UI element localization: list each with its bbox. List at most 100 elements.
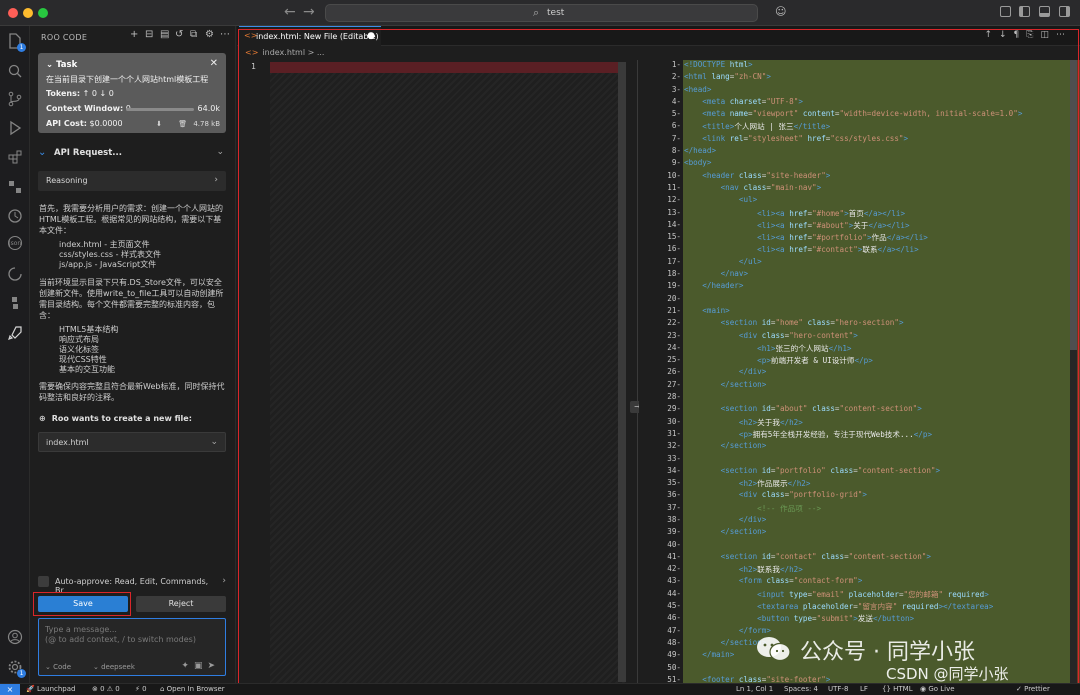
code-line[interactable]: 2- <html lang="zh-CN">: [639, 72, 1070, 84]
extensions-icon[interactable]: [6, 148, 24, 166]
code-line[interactable]: 17- </ul>: [639, 257, 1070, 269]
code-line[interactable]: 9- <body>: [639, 158, 1070, 170]
enhance-prompt-icon[interactable]: ✦: [181, 661, 194, 671]
code-line[interactable]: 1- <!DOCTYPE html>: [639, 60, 1070, 72]
encoding[interactable]: UTF-8: [828, 685, 848, 693]
prettier-item[interactable]: ✓ Prettier: [1016, 685, 1050, 693]
api-request-row[interactable]: ⌄ API Request... ⌄: [38, 147, 226, 161]
roo-code-rocket-icon[interactable]: [6, 324, 24, 342]
code-line[interactable]: 24- <h1>张三的个人网站</h1>: [639, 343, 1070, 355]
toggle-panel-icon[interactable]: [1039, 6, 1050, 17]
auto-approve-checkbox[interactable]: [38, 576, 49, 587]
code-line[interactable]: 31- <p>拥有5年全栈开发经验，专注于现代Web技术...</p>: [639, 429, 1070, 441]
code-line[interactable]: 15- <li><a href="#portfolio">作品</a></li>: [639, 232, 1070, 244]
problems-item[interactable]: ⊗ 0 ⚠ 0: [92, 685, 120, 693]
source-control-icon[interactable]: [6, 90, 24, 108]
code-line[interactable]: 5- <meta name="viewport" content="width=…: [639, 109, 1070, 121]
diff-divider[interactable]: [637, 60, 638, 683]
send-icon[interactable]: ➤: [207, 661, 220, 671]
remote-explorer-icon[interactable]: [6, 178, 24, 196]
prompts-icon[interactable]: ▤: [160, 30, 169, 40]
code-line[interactable]: 36- <div class="portfolio-grid">: [639, 490, 1070, 502]
right-scrollbar[interactable]: [1070, 60, 1080, 683]
open-in-browser-item[interactable]: ⌂ Open In Browser: [160, 685, 225, 693]
code-line[interactable]: 42- <h2>联系我</h2>: [639, 564, 1070, 576]
code-line[interactable]: 43- <form class="contact-form">: [639, 576, 1070, 588]
export-icon[interactable]: ⬇: [156, 120, 162, 128]
code-line[interactable]: 12- <ul>: [639, 195, 1070, 207]
language-mode[interactable]: {} HTML: [882, 685, 913, 693]
code-line[interactable]: 37- <!-- 作品项 -->: [639, 503, 1070, 515]
code-line[interactable]: 45- <textarea placeholder="留言内容" require…: [639, 601, 1070, 613]
code-line[interactable]: 21- <main>: [639, 306, 1070, 318]
code-line[interactable]: 27- </section>: [639, 380, 1070, 392]
next-change-icon[interactable]: ↓: [999, 30, 1014, 40]
settings-gear-icon[interactable]: ⚙: [205, 30, 214, 40]
code-line[interactable]: 32- </section>: [639, 441, 1070, 453]
code-line[interactable]: 30- <h2>关于我</h2>: [639, 417, 1070, 429]
back-arrow-icon[interactable]: ←: [284, 4, 296, 20]
code-line[interactable]: 6- <title>个人网站 | 张三</title>: [639, 121, 1070, 133]
original-pane[interactable]: 1: [237, 60, 634, 683]
account-icon[interactable]: [6, 628, 24, 646]
python-icon[interactable]: [6, 294, 24, 312]
json-icon[interactable]: Json: [8, 236, 22, 250]
code-line[interactable]: 3- <head>: [639, 85, 1070, 97]
left-scrollbar[interactable]: [618, 62, 626, 682]
close-window-button[interactable]: [8, 8, 18, 18]
code-line[interactable]: 23- <div class="hero-content">: [639, 331, 1070, 343]
more-actions-icon[interactable]: ⋯: [1056, 30, 1072, 40]
line-ending[interactable]: LF: [860, 685, 868, 693]
go-live-item[interactable]: ◉ Go Live: [920, 685, 955, 693]
minimize-window-button[interactable]: [23, 8, 33, 18]
indentation[interactable]: Spaces: 4: [784, 685, 818, 693]
popout-icon[interactable]: ⧉: [190, 30, 199, 40]
code-line[interactable]: 7- <link rel="stylesheet" href="css/styl…: [639, 134, 1070, 146]
modified-pane[interactable]: 1- <!DOCTYPE html> 2- <html lang="zh-CN"> 3-…: [639, 60, 1080, 683]
open-file-icon[interactable]: ⎘: [1026, 30, 1040, 40]
code-line[interactable]: 29- <section id="about" class="content-s…: [639, 404, 1070, 416]
previous-change-icon[interactable]: ↑: [984, 30, 999, 40]
code-line[interactable]: 8- </head>: [639, 146, 1070, 158]
launchpad-item[interactable]: 🚀 Launchpad: [26, 685, 75, 693]
more-icon[interactable]: ⋯: [220, 30, 230, 40]
forward-arrow-icon[interactable]: →: [303, 4, 315, 20]
close-task-icon[interactable]: ✕: [210, 58, 218, 69]
code-line[interactable]: 39- </section>: [639, 527, 1070, 539]
toggle-sidebar-icon[interactable]: [1019, 6, 1030, 17]
cursor-position[interactable]: Ln 1, Col 1: [736, 685, 773, 693]
code-line[interactable]: 10- <header class="site-header">: [639, 171, 1070, 183]
model-select[interactable]: ⌄ deepseek: [93, 663, 135, 671]
code-line[interactable]: 33-: [639, 454, 1070, 466]
toggle-secondary-sidebar-icon[interactable]: [1059, 6, 1070, 17]
code-line[interactable]: 26- </div>: [639, 367, 1070, 379]
code-line[interactable]: 20-: [639, 294, 1070, 306]
inline-view-icon[interactable]: ¶: [1014, 30, 1027, 40]
file-path-select[interactable]: index.html ⌄: [38, 432, 226, 452]
ports-item[interactable]: ⚡ 0: [135, 685, 147, 693]
explorer-icon[interactable]: 1: [6, 32, 26, 52]
code-line[interactable]: 19- </header>: [639, 281, 1070, 293]
customize-layout-icon[interactable]: [1000, 6, 1011, 17]
breadcrumb[interactable]: <> index.html > ...: [245, 48, 324, 57]
auto-approve-row[interactable]: Auto-approve: Read, Edit, Commands, Br..…: [38, 575, 226, 595]
code-line[interactable]: 11- <nav class="main-nav">: [639, 183, 1070, 195]
copilot-icon[interactable]: ☺: [775, 5, 786, 18]
code-line[interactable]: 44- <input type="email" placeholder="您的邮…: [639, 589, 1070, 601]
history-icon[interactable]: ↺: [175, 30, 184, 40]
manage-gear-icon[interactable]: 1: [6, 658, 26, 678]
search-icon[interactable]: [6, 62, 24, 80]
code-line[interactable]: 22- <section id="home" class="hero-secti…: [639, 318, 1070, 330]
code-line[interactable]: 38- </div>: [639, 515, 1070, 527]
code-line[interactable]: 4- <meta charset="UTF-8">: [639, 97, 1070, 109]
code-line[interactable]: 46- <button type="submit">发送</button>: [639, 613, 1070, 625]
command-center-search[interactable]: ⌕ test: [325, 4, 758, 22]
reject-button[interactable]: Reject: [136, 596, 226, 612]
code-line[interactable]: 28-: [639, 392, 1070, 404]
run-debug-icon[interactable]: [6, 119, 24, 137]
maximize-window-button[interactable]: [38, 8, 48, 18]
code-line[interactable]: 25- <p>前端开发者 & UI设计师</p>: [639, 355, 1070, 367]
task-header[interactable]: ⌄ Task: [46, 60, 77, 70]
code-line[interactable]: 14- <li><a href="#about">关于</a></li>: [639, 220, 1070, 232]
remote-indicator-icon[interactable]: ⨯: [0, 684, 20, 695]
